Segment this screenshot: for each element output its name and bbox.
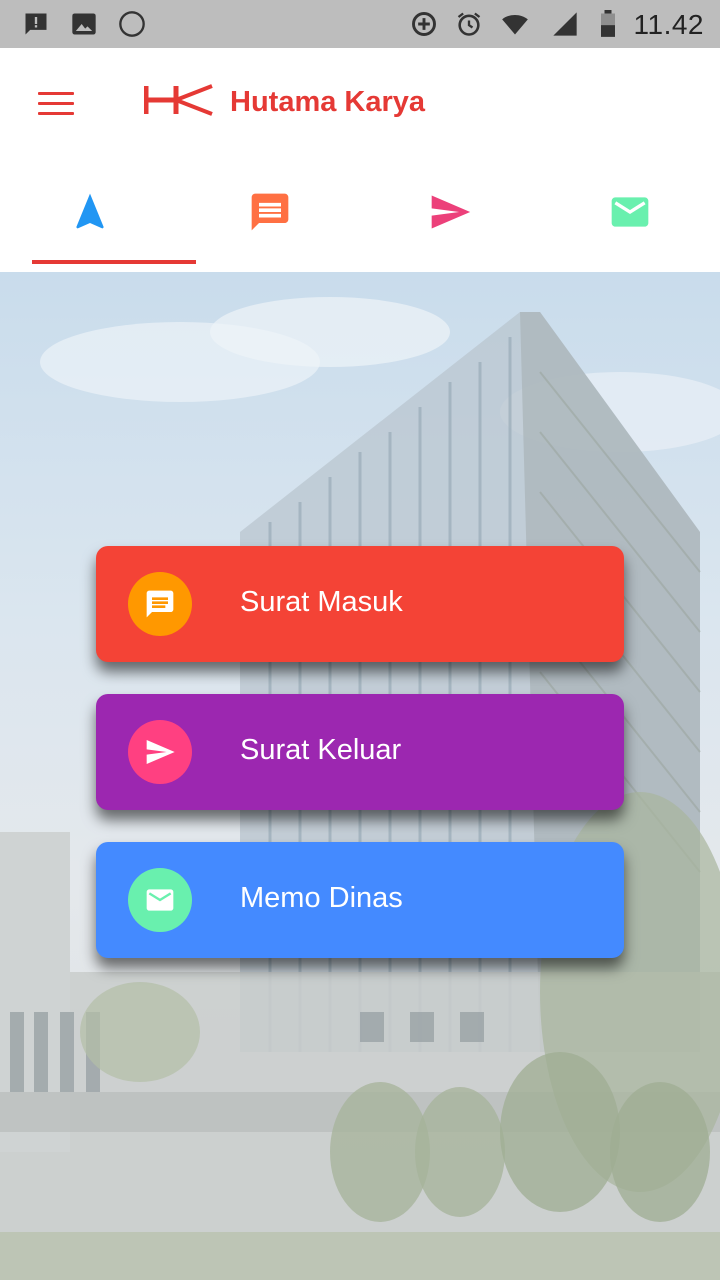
mail-icon — [146, 889, 174, 911]
send-icon — [146, 740, 175, 764]
memo-dinas-button[interactable]: Memo Dinas — [96, 842, 624, 958]
alert-chat-icon — [25, 13, 47, 35]
surat-keluar-label: Surat Keluar — [240, 734, 402, 766]
tab-surat-masuk[interactable] — [180, 160, 360, 272]
memo-dinas-icon-badge — [128, 868, 192, 932]
background-image: Surat Masuk Surat Keluar Memo Dinas — [0, 272, 720, 1280]
status-bar: 11.42 — [0, 0, 720, 48]
hk-logo — [144, 84, 213, 116]
message-icon — [251, 193, 289, 231]
surat-masuk-icon-badge — [128, 572, 192, 636]
send-icon — [431, 195, 471, 229]
memo-dinas-label: Memo Dinas — [240, 882, 403, 914]
status-time: 11.42 — [633, 9, 704, 40]
tab-indicator — [32, 260, 196, 264]
surat-masuk-button[interactable]: Surat Masuk — [96, 546, 624, 662]
alarm-icon — [457, 12, 481, 36]
signal-icon — [553, 12, 577, 36]
surat-keluar-icon-badge — [128, 720, 192, 784]
message-icon — [146, 590, 174, 618]
data-saver-icon — [412, 12, 436, 36]
mail-icon — [611, 197, 649, 227]
gallery-icon — [72, 13, 96, 35]
tab-surat-keluar[interactable] — [360, 160, 540, 272]
battery-icon — [601, 10, 615, 37]
surat-keluar-button[interactable]: Surat Keluar — [96, 694, 624, 810]
surat-masuk-label: Surat Masuk — [240, 586, 403, 618]
tab-bar — [0, 160, 720, 272]
app-bar: Hutama Karya — [0, 48, 720, 160]
brand-name: Hutama Karya — [230, 86, 426, 118]
tab-memo-dinas[interactable] — [540, 160, 720, 272]
menu-button[interactable] — [28, 84, 84, 124]
circle-icon — [119, 11, 145, 37]
tab-navigation[interactable] — [0, 160, 180, 272]
navigation-icon — [76, 193, 104, 229]
wifi-icon — [502, 14, 528, 35]
